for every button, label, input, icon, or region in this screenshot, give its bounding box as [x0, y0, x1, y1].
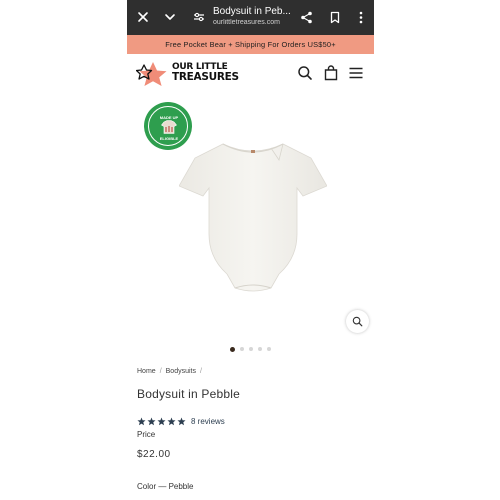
phone-screen: Bodysuit in Peb... ourlittletreasures.co…	[127, 0, 374, 500]
chevron-down-icon[interactable]	[162, 9, 178, 25]
gallery-dot-3[interactable]	[249, 347, 253, 351]
star-icon	[137, 417, 146, 426]
tune-icon[interactable]	[191, 9, 207, 25]
gallery-dot-2[interactable]	[240, 347, 244, 351]
gallery-dot-4[interactable]	[258, 347, 262, 351]
site-header: OUR LITTLE TREASURES	[127, 54, 374, 92]
logo-wordmark: OUR LITTLE TREASURES	[172, 63, 239, 83]
shirt-icon	[161, 120, 177, 134]
bag-icon[interactable]	[323, 65, 339, 81]
star-icon	[147, 417, 156, 426]
star-icon	[177, 417, 186, 426]
share-icon[interactable]	[298, 9, 314, 25]
zoom-icon	[352, 316, 363, 327]
promo-banner[interactable]: Free Pocket Bear + Shipping For Orders U…	[127, 35, 374, 54]
gallery-pagination	[127, 345, 374, 353]
product-gallery[interactable]: MADE UP ELIGIBLE	[127, 92, 374, 342]
site-logo[interactable]: OUR LITTLE TREASURES	[135, 61, 239, 87]
color-label: Color — Pebble	[137, 482, 194, 491]
menu-icon[interactable]	[348, 65, 364, 81]
gallery-dot-1[interactable]	[230, 346, 235, 352]
product-rating[interactable]: 8 reviews	[137, 417, 225, 426]
star-icon	[157, 417, 166, 426]
bookmark-icon[interactable]	[327, 9, 343, 25]
bodysuit-image	[179, 143, 327, 292]
browser-url[interactable]: ourlittletreasures.com	[213, 19, 303, 26]
product-price: $22.00	[137, 449, 171, 460]
reviews-count[interactable]: 8 reviews	[191, 417, 225, 426]
logo-line-2: TREASURES	[172, 71, 239, 83]
close-icon[interactable]	[135, 9, 151, 25]
browser-page-title: Bodysuit in Peb...	[213, 6, 291, 17]
breadcrumb-separator: /	[200, 368, 202, 375]
star-icon	[167, 417, 176, 426]
breadcrumb-home[interactable]: Home	[137, 368, 156, 375]
breadcrumb-bodysuits[interactable]: Bodysuits	[166, 368, 196, 375]
product-title: Bodysuit in Pebble	[137, 387, 240, 401]
logo-star-icon	[135, 62, 167, 86]
promo-text: Free Pocket Bear + Shipping For Orders U…	[165, 40, 336, 49]
browser-toolbar: Bodysuit in Peb... ourlittletreasures.co…	[127, 0, 374, 35]
price-label: Price	[137, 430, 156, 439]
search-icon[interactable]	[297, 65, 313, 81]
more-icon[interactable]	[353, 9, 369, 25]
gallery-dot-5[interactable]	[267, 347, 271, 351]
zoom-button[interactable]	[346, 310, 369, 333]
breadcrumb-separator: /	[159, 368, 162, 375]
breadcrumb: Home / Bodysuits /	[137, 368, 206, 375]
